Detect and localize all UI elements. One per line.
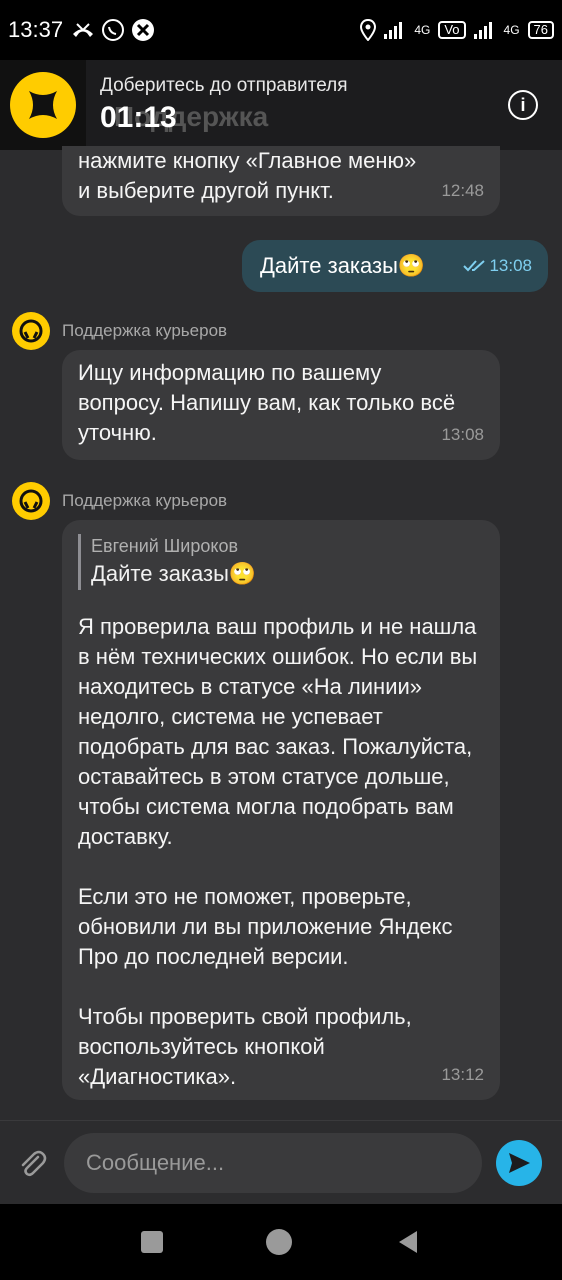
recent-apps-button[interactable]	[141, 1231, 164, 1253]
support-avatar-icon	[19, 489, 43, 513]
volte-icon: Vo	[438, 21, 466, 39]
avatar	[12, 312, 50, 350]
quote-author: Евгений Широков	[91, 536, 239, 556]
message-time: 13:12	[441, 1065, 484, 1084]
location-icon	[360, 19, 377, 41]
avatar	[12, 482, 50, 520]
message-sender-row: Поддержка курьеров	[12, 312, 227, 350]
courier-logo-icon	[29, 91, 57, 119]
chat-history[interactable]: нажмите кнопку «Главное меню» и выберите…	[0, 146, 562, 1120]
message-text-line: и выберите другой пункт.	[78, 178, 334, 203]
signal-icon-1	[384, 22, 403, 39]
message-paragraph: Если это не поможет, проверьте, обновили…	[78, 884, 453, 969]
status-bar: 13:37 4G Vo 4G 76	[0, 0, 562, 60]
message-incoming-partial: нажмите кнопку «Главное меню» и выберите…	[62, 146, 500, 216]
status-time: 13:37	[8, 17, 64, 42]
signal-icon-2	[473, 22, 492, 39]
system-navigation-bar	[0, 1204, 562, 1280]
message-time: 12:48	[441, 181, 484, 200]
message-paragraph: Я проверила ваш профиль и не нашла в нём…	[78, 614, 478, 849]
message-sender-row: Поддержка курьеров	[12, 482, 227, 520]
message-incoming: Ищу информацию по вашему вопросу. Напишу…	[62, 350, 500, 460]
message-composer	[0, 1120, 562, 1204]
paperclip-icon	[21, 1150, 47, 1176]
network-type-2: 4G	[503, 23, 520, 37]
reply-quote[interactable]: Евгений Широков Дайте заказы🙄	[78, 534, 484, 590]
sender-name: Поддержка курьеров	[62, 321, 228, 340]
message-text-line: нажмите кнопку «Главное меню»	[78, 148, 417, 173]
banner-subtitle: Доберитесь до отправителя	[100, 75, 348, 96]
message-incoming-reply: Евгений Широков Дайте заказы🙄 Я проверил…	[62, 520, 500, 1100]
home-button[interactable]	[265, 1229, 292, 1255]
back-button[interactable]	[395, 1229, 421, 1255]
battery-indicator: 76	[527, 21, 554, 39]
message-input[interactable]	[64, 1132, 482, 1193]
message-text: Дайте заказы🙄	[260, 253, 426, 278]
message-text: Ищу информацию по вашему вопросу. Напишу…	[78, 360, 456, 445]
support-avatar-icon	[19, 319, 43, 343]
send-button[interactable]	[496, 1139, 542, 1186]
app-logo	[0, 60, 86, 150]
banner-timer: 01:13	[100, 101, 177, 134]
network-type-1: 4G	[414, 23, 431, 37]
message-outgoing: Дайте заказы🙄 13:08	[242, 240, 548, 292]
message-time: 13:08	[489, 256, 532, 275]
send-icon	[509, 1152, 530, 1173]
info-icon[interactable]: i	[508, 90, 538, 120]
app-notification-icon	[132, 19, 155, 41]
sender-name: Поддержка курьеров	[62, 491, 228, 510]
message-paragraph: Чтобы проверить свой профиль, воспользуй…	[78, 1004, 412, 1089]
whatsapp-icon	[102, 19, 125, 41]
quote-text: Дайте заказы🙄	[91, 561, 257, 586]
missed-call-icon	[73, 23, 94, 37]
message-time: 13:08	[441, 425, 484, 444]
attach-button[interactable]	[0, 1147, 64, 1179]
delivery-banner[interactable]: Поддержка Доберитесь до отправителя 01:1…	[0, 60, 562, 150]
read-checkmarks-icon	[463, 260, 486, 272]
